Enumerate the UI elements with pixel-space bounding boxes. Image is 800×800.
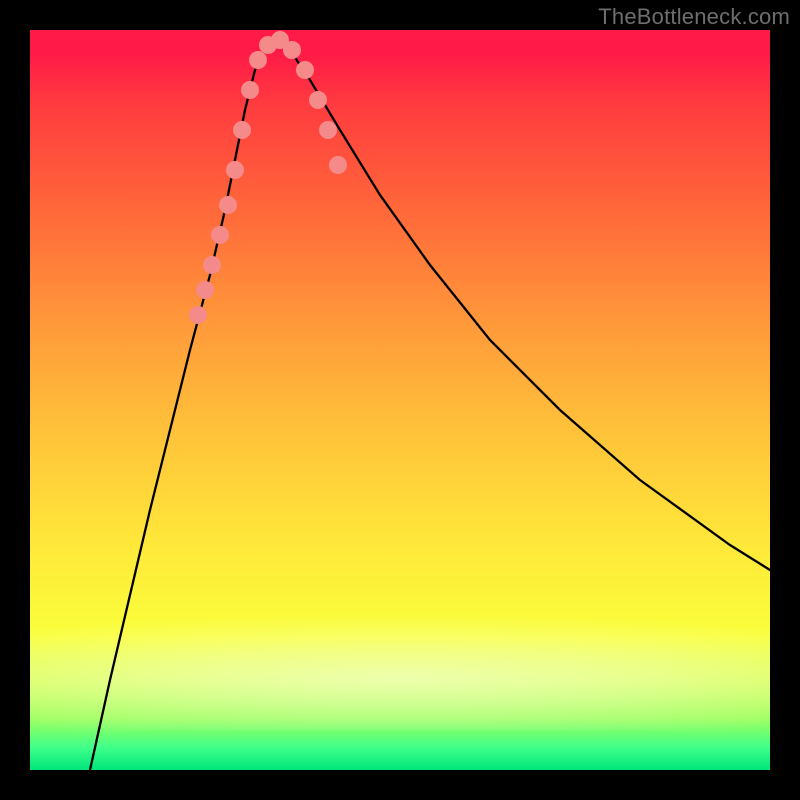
data-point [219, 196, 237, 214]
data-point [319, 121, 337, 139]
data-point [203, 256, 221, 274]
data-point [241, 81, 259, 99]
data-point [329, 156, 347, 174]
chart-canvas [30, 30, 770, 770]
bottleneck-curve [90, 40, 770, 770]
plot-svg [30, 30, 770, 770]
watermark-text: TheBottleneck.com [598, 4, 790, 30]
data-point [196, 281, 214, 299]
data-point [296, 61, 314, 79]
data-point [309, 91, 327, 109]
marker-group [189, 31, 347, 324]
data-point [233, 121, 251, 139]
data-point [283, 41, 301, 59]
data-point [211, 226, 229, 244]
data-point [249, 51, 267, 69]
data-point [189, 306, 207, 324]
data-point [226, 161, 244, 179]
